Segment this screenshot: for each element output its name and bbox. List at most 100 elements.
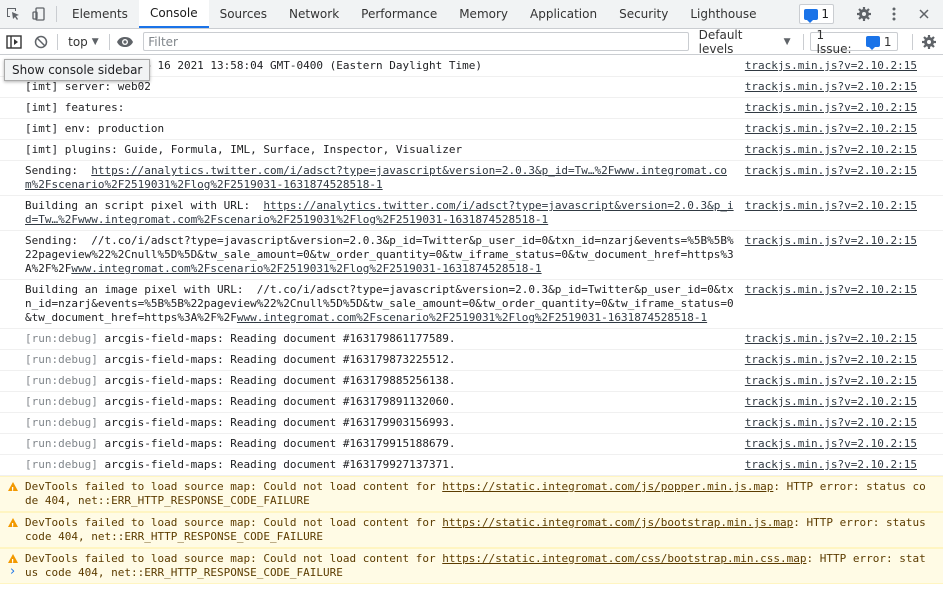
log-text: arcgis-field-maps: Reading document #163… [97,437,456,450]
console-log-row: [imt] env: production trackjs.min.js?v=2.… [0,119,943,140]
filter-input[interactable] [143,32,689,51]
console-log-row: [imt] plugins: Guide, Formula, IML, Surf… [0,140,943,161]
log-link[interactable]: www.integromat.com%2Fscenario%2F2519031%… [237,311,707,324]
tab-memory[interactable]: Memory [448,0,519,28]
log-text: arcgis-field-maps: Reading document #163… [97,374,456,387]
close-icon[interactable] [911,9,937,19]
warning-icon [8,518,18,533]
log-message: [run:debug] arcgis-field-maps: Reading d… [25,395,735,409]
log-text: Building an script pixel with URL: [25,199,264,212]
console-prompt-icon[interactable]: › [10,564,15,579]
log-text: arcgis-field-maps: Reading document #163… [97,416,456,429]
log-message: [run:debug] arcgis-field-maps: Reading d… [25,374,735,388]
log-source-link[interactable]: trackjs.min.js?v=2.10.2:15 [745,437,917,451]
console-toolbar: top ▼ Default levels ▼ 1 Issue: 1 [0,28,943,56]
log-source-link[interactable]: trackjs.min.js?v=2.10.2:15 [745,122,917,136]
log-source-link[interactable]: trackjs.min.js?v=2.10.2:15 [745,101,917,115]
log-source-link[interactable]: trackjs.min.js?v=2.10.2:15 [745,283,917,297]
separator [108,33,110,50]
chevron-down-icon: ▼ [783,36,791,47]
log-message: Building an image pixel with URL: //t.co… [25,283,735,325]
issues-button[interactable]: 1 Issue: 1 [809,28,899,56]
tab-performance[interactable]: Performance [350,0,448,28]
console-sidebar-toggle-icon[interactable] [0,29,28,55]
log-message: [imt] plugins: Guide, Formula, IML, Surf… [25,143,735,157]
log-text: [imt] plugins: Guide, Formula, IML, Surf… [25,143,463,156]
log-text: arcgis-field-maps: Reading document #163… [97,458,456,471]
console-log-row: [run:debug] arcgis-field-maps: Reading d… [0,371,943,392]
console-log-row: [run:debug] arcgis-field-maps: Reading d… [0,350,943,371]
log-source-link[interactable]: trackjs.min.js?v=2.10.2:15 [745,143,917,157]
log-source-link[interactable]: trackjs.min.js?v=2.10.2:15 [745,164,917,178]
log-source-link[interactable]: trackjs.min.js?v=2.10.2:15 [745,416,917,430]
log-source-link[interactable]: trackjs.min.js?v=2.10.2:15 [745,332,917,346]
log-tag: [run:debug] [25,395,98,408]
log-message: [run:debug] arcgis-field-maps: Reading d… [25,416,735,430]
messages-badge[interactable]: 1 [799,4,834,24]
inspect-element-icon[interactable] [0,0,26,28]
console-log-row: [run:debug] arcgis-field-maps: Reading d… [0,434,943,455]
log-source-link[interactable]: trackjs.min.js?v=2.10.2:15 [745,234,917,248]
warning-message: DevTools failed to load source map: Coul… [25,552,930,580]
console-messages: [imt] date: Thu Sep 16 2021 13:58:04 GMT… [0,56,943,598]
devtools-tabbar: Elements Console Sources Network Performance… [0,0,943,29]
console-log-row: Sending: https://analytics.twitter.com/i… [0,161,943,196]
tab-sources[interactable]: Sources [209,0,278,28]
log-text: arcgis-field-maps: Reading document #163… [97,395,456,408]
warning-link[interactable]: https://static.integromat.com/js/bootstr… [442,516,793,529]
log-text: Sending: [25,164,92,177]
log-source-link[interactable]: trackjs.min.js?v=2.10.2:15 [745,353,917,367]
message-icon [804,8,819,23]
settings-gear-icon[interactable] [851,6,877,22]
log-levels-dropdown[interactable]: Default levels ▼ [691,28,801,56]
warning-text: DevTools failed to load source map: Coul… [25,552,443,565]
log-source-link[interactable]: trackjs.min.js?v=2.10.2:15 [745,199,917,213]
log-source-link[interactable]: trackjs.min.js?v=2.10.2:15 [745,395,917,409]
warning-link[interactable]: https://static.integromat.com/css/bootst… [442,552,806,565]
separator [802,33,804,50]
clear-console-icon[interactable] [28,29,56,55]
log-tag: [run:debug] [25,353,98,366]
log-source-link[interactable]: trackjs.min.js?v=2.10.2:15 [745,59,917,73]
tab-lighthouse[interactable]: Lighthouse [679,0,767,28]
tab-application[interactable]: Application [519,0,608,28]
log-link[interactable]: www.integromat.com%2Fscenario%2F2519031%… [71,262,541,275]
console-warning-row: DevTools failed to load source map: Coul… [0,548,943,584]
console-settings-gear-icon[interactable] [915,29,943,55]
log-tag: [run:debug] [25,416,98,429]
tab-elements[interactable]: Elements [61,0,139,28]
separator [56,6,57,22]
log-link[interactable]: https://analytics.twitter.com/i/adsct?ty… [25,164,727,191]
log-text: arcgis-field-maps: Reading document #163… [97,332,456,345]
tab-console[interactable]: Console [138,0,209,28]
log-message: [run:debug] arcgis-field-maps: Reading d… [25,332,735,346]
separator [912,33,914,50]
warning-icon [8,554,18,569]
log-source-link[interactable]: trackjs.min.js?v=2.10.2:15 [745,458,917,472]
message-icon [866,36,880,50]
tab-security[interactable]: Security [608,0,679,28]
live-expression-eye-icon[interactable] [112,29,140,55]
warning-link[interactable]: https://static.integromat.com/js/popper.… [442,480,773,493]
context-value: top [68,34,88,49]
log-message: [imt] server: web02 [25,80,735,94]
warning-text: DevTools failed to load source map: Coul… [25,480,443,493]
sidebar-tooltip: Show console sidebar [4,59,151,81]
log-tag: [run:debug] [25,374,98,387]
log-tag: [run:debug] [25,332,98,345]
log-text: arcgis-field-maps: Reading document #163… [97,353,456,366]
issues-count: 1 [883,34,892,49]
console-log-row: Sending: //t.co/i/adsct?type=javascript&… [0,231,943,280]
log-text: [imt] features: [25,101,125,114]
console-warning-row: DevTools failed to load source map: Coul… [0,512,943,548]
log-text: [imt] env: production [25,122,165,135]
tab-network[interactable]: Network [278,0,350,28]
log-message: [imt] features: [25,101,735,115]
more-options-icon[interactable] [881,7,907,21]
device-toolbar-icon[interactable] [26,0,52,28]
warning-message: DevTools failed to load source map: Coul… [25,480,930,508]
log-source-link[interactable]: trackjs.min.js?v=2.10.2:15 [745,80,917,94]
log-source-link[interactable]: trackjs.min.js?v=2.10.2:15 [745,374,917,388]
context-select[interactable]: top ▼ [60,35,107,49]
log-message: [run:debug] arcgis-field-maps: Reading d… [25,437,735,451]
